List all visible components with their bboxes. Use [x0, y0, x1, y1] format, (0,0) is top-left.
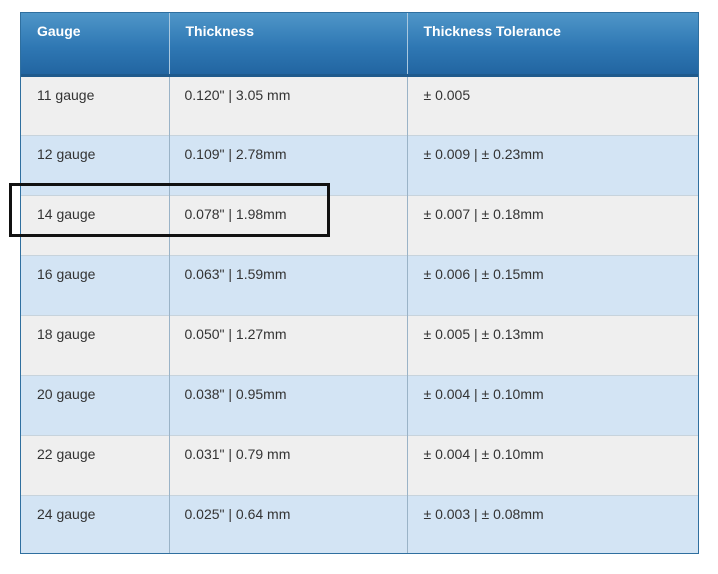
cell-gauge: 20 gauge [21, 374, 169, 435]
cell-thickness: 0.038" | 0.95mm [168, 374, 407, 435]
cell-thickness: 0.109" | 2.78mm [168, 134, 407, 195]
table-row: 11 gauge 0.120" | 3.05 mm ± 0.005 [21, 74, 698, 135]
table-header: Gauge Thickness Thickness Tolerance [21, 13, 698, 77]
cell-tolerance: ± 0.004 | ± 0.10mm [406, 374, 698, 435]
cell-thickness: 0.078" | 1.98mm [168, 194, 407, 255]
cell-gauge: 22 gauge [21, 434, 169, 495]
cell-thickness: 0.120" | 3.05 mm [168, 74, 407, 135]
header-row: Gauge Thickness Thickness Tolerance [21, 13, 698, 77]
cell-tolerance: ± 0.006 | ± 0.15mm [406, 254, 698, 315]
cell-thickness: 0.050" | 1.27mm [168, 314, 407, 375]
header-gauge: Gauge [21, 13, 169, 77]
cell-tolerance: ± 0.004 | ± 0.10mm [406, 434, 698, 495]
table-row: 22 gauge 0.031" | 0.79 mm ± 0.004 | ± 0.… [21, 434, 698, 495]
cell-gauge: 18 gauge [21, 314, 169, 375]
gauge-thickness-table-container: Gauge Thickness Thickness Tolerance 11 g… [20, 12, 699, 554]
table-row: 14 gauge 0.078" | 1.98mm ± 0.007 | ± 0.1… [21, 194, 698, 255]
header-thickness-tolerance: Thickness Tolerance [406, 13, 698, 77]
cell-tolerance: ± 0.009 | ± 0.23mm [406, 134, 698, 195]
table-body: 11 gauge 0.120" | 3.05 mm ± 0.005 12 gau… [21, 74, 698, 553]
cell-tolerance: ± 0.005 | ± 0.13mm [406, 314, 698, 375]
cell-gauge: 12 gauge [21, 134, 169, 195]
table-row: 18 gauge 0.050" | 1.27mm ± 0.005 | ± 0.1… [21, 314, 698, 375]
cell-thickness: 0.031" | 0.79 mm [168, 434, 407, 495]
table-row: 24 gauge 0.025" | 0.64 mm ± 0.003 | ± 0.… [21, 494, 698, 553]
cell-gauge: 24 gauge [21, 494, 169, 553]
cell-tolerance: ± 0.007 | ± 0.18mm [406, 194, 698, 255]
cell-gauge: 16 gauge [21, 254, 169, 315]
cell-thickness: 0.063" | 1.59mm [168, 254, 407, 315]
cell-tolerance: ± 0.003 | ± 0.08mm [406, 494, 698, 553]
table-row: 20 gauge 0.038" | 0.95mm ± 0.004 | ± 0.1… [21, 374, 698, 435]
cell-gauge: 11 gauge [21, 74, 169, 135]
gauge-thickness-table: Gauge Thickness Thickness Tolerance 11 g… [21, 13, 698, 553]
table-row: 16 gauge 0.063" | 1.59mm ± 0.006 | ± 0.1… [21, 254, 698, 315]
cell-tolerance: ± 0.005 [406, 74, 698, 135]
cell-thickness: 0.025" | 0.64 mm [168, 494, 407, 553]
table-row: 12 gauge 0.109" | 2.78mm ± 0.009 | ± 0.2… [21, 134, 698, 195]
header-thickness: Thickness [168, 13, 407, 77]
cell-gauge: 14 gauge [21, 194, 169, 255]
